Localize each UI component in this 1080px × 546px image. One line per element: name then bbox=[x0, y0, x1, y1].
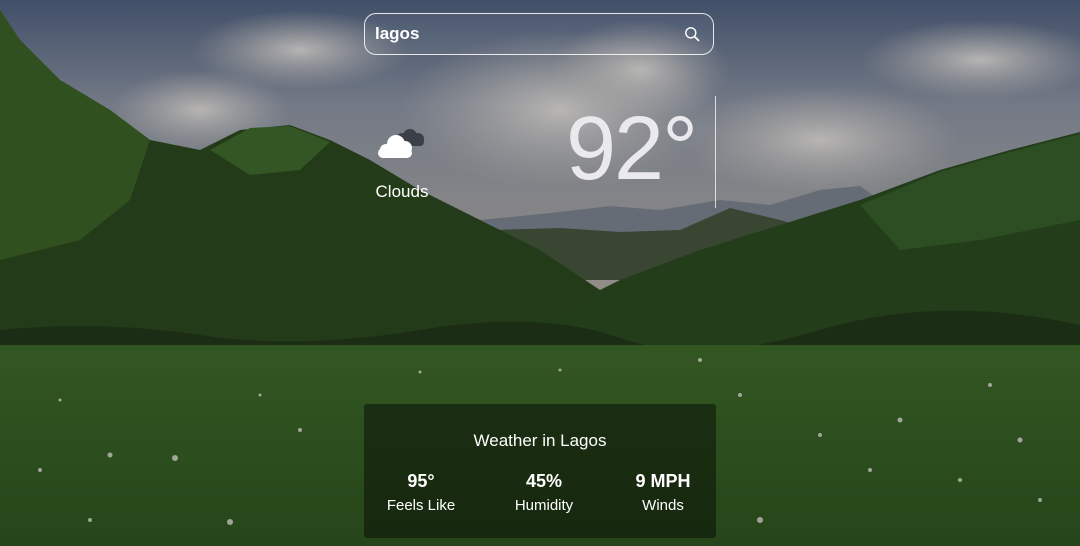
stat-winds: 9 MPH Winds bbox=[608, 471, 718, 514]
temperature-value: 92° bbox=[566, 99, 698, 199]
winds-value: 9 MPH bbox=[635, 471, 691, 491]
humidity-value: 45% bbox=[525, 471, 563, 491]
clouds-icon bbox=[372, 124, 432, 164]
weather-details-panel: Weather in Lagos 95° Feels Like 45% Humi… bbox=[364, 404, 716, 538]
stat-feels-like: 95° Feels Like bbox=[366, 471, 476, 514]
winds-label: Winds bbox=[642, 496, 684, 514]
feels-like-value: 95° bbox=[407, 471, 435, 491]
search-input[interactable] bbox=[375, 24, 683, 44]
divider bbox=[715, 96, 716, 208]
search-icon[interactable] bbox=[683, 25, 701, 43]
panel-title: Weather in Lagos bbox=[473, 431, 607, 450]
search-bar[interactable] bbox=[364, 13, 714, 55]
feels-like-label: Feels Like bbox=[386, 496, 456, 514]
humidity-label: Humidity bbox=[514, 496, 574, 514]
stat-humidity: 45% Humidity bbox=[489, 471, 599, 514]
weather-app: Clouds 92° Weather in Lagos 95° Feels Li… bbox=[0, 0, 1080, 546]
condition-label: Clouds bbox=[375, 182, 429, 201]
